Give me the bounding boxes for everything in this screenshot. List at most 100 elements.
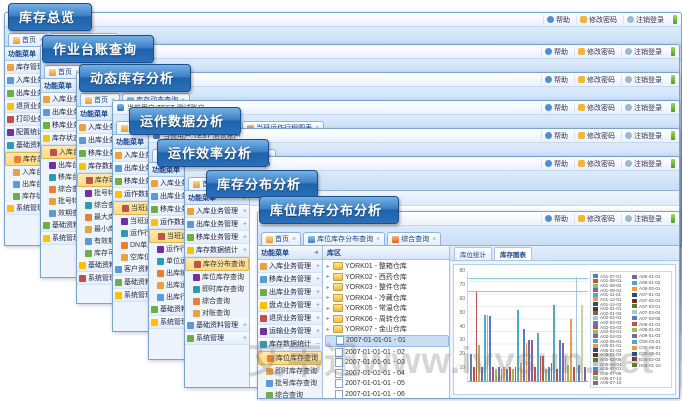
change-password-button[interactable]: 修改密码 xyxy=(576,15,620,25)
tree-folder-node[interactable]: ▸YORK06 - 周转仓库 xyxy=(325,314,449,325)
help-button[interactable]: 帮助 xyxy=(541,75,571,85)
tree-folder-node[interactable]: ▸YORK01 - 整箱仓库 xyxy=(325,261,449,272)
sidebar-item-entry[interactable]: 库存分布查询 xyxy=(185,257,249,271)
sidebar-item-label: 综合查询 xyxy=(275,390,303,398)
exit-icon[interactable] xyxy=(671,131,675,140)
expand-icon[interactable]: + xyxy=(316,302,320,309)
sidebar-item-entry[interactable]: 即时库存查询 xyxy=(185,283,249,295)
change-password-button[interactable]: 修改密码 xyxy=(574,214,618,224)
sidebar-item-entry[interactable]: 库位库存查询 xyxy=(258,351,322,365)
tree-folder-node[interactable]: ▸YORK07 - 金山仓库 xyxy=(325,324,449,335)
sidebar-item-group[interactable]: 出库业务管理+ xyxy=(258,286,322,299)
expand-icon[interactable]: + xyxy=(243,234,247,241)
sidebar-item-group[interactable]: 基础资料管理+ xyxy=(185,319,249,332)
sidebar-item-group[interactable]: 库存数据统计+ xyxy=(185,244,249,257)
tree-location-node[interactable]: 2007-01-01-01 - 05 xyxy=(325,379,449,390)
change-password-button[interactable]: 修改密码 xyxy=(574,47,618,57)
bar-chart: 80706050403020101A01-07-01A01-08-01A01-0… xyxy=(453,264,676,395)
tree-expand-icon[interactable]: ▸ xyxy=(325,326,331,333)
help-button[interactable]: 帮助 xyxy=(541,131,571,141)
change-password-button[interactable]: 修改密码 xyxy=(574,159,618,169)
help-button[interactable]: 帮助 xyxy=(543,15,573,25)
tree-folder-node[interactable]: ▸YORK04 - 冷藏仓库 xyxy=(325,293,449,304)
sidebar-item-group[interactable]: 移库业务管理+ xyxy=(185,231,249,244)
tree-folder-node[interactable]: ▸YORK02 - 西药仓库 xyxy=(325,272,449,283)
expand-icon[interactable]: + xyxy=(316,328,320,335)
expand-icon[interactable]: + xyxy=(316,315,320,322)
expand-icon[interactable]: + xyxy=(316,263,320,270)
help-button[interactable]: 帮助 xyxy=(541,103,571,113)
tree-expand-icon[interactable]: ▸ xyxy=(325,263,331,270)
sidebar-item-group[interactable]: 运输业务管理+ xyxy=(258,325,322,338)
expand-icon[interactable]: + xyxy=(243,221,247,228)
tree-expand-icon[interactable]: ▸ xyxy=(325,294,331,301)
close-tab-icon[interactable]: × xyxy=(432,236,436,243)
logout-button[interactable]: 注销登录 xyxy=(621,214,665,224)
sidebar-item-group[interactable]: 移库业务管理+ xyxy=(258,273,322,286)
exit-icon[interactable] xyxy=(671,47,675,56)
tree-location-node[interactable]: 2007-01-01-01 - 02 xyxy=(325,347,449,358)
sidebar-item-entry[interactable]: 即时库存查询 xyxy=(258,365,322,377)
expand-icon[interactable]: − xyxy=(316,341,320,348)
logout-button[interactable]: 注销登录 xyxy=(621,103,665,113)
feature-banner: 库存总览 xyxy=(8,3,92,31)
change-password-button[interactable]: 修改密码 xyxy=(574,75,618,85)
expand-icon[interactable]: + xyxy=(316,276,320,283)
help-button[interactable]: 帮助 xyxy=(541,159,571,169)
tab-home[interactable]: 首页× xyxy=(261,232,301,245)
tab-query[interactable]: 综合查询× xyxy=(387,232,441,245)
exit-icon[interactable] xyxy=(671,75,675,84)
tree-expand-icon[interactable]: ▸ xyxy=(325,284,331,291)
sidebar-item-group[interactable]: 库存数据统计− xyxy=(258,338,322,351)
expand-icon[interactable]: + xyxy=(243,322,247,329)
tree-location-node[interactable]: 2007-01-01-01 - 01 xyxy=(325,335,449,348)
sidebar-item-entry[interactable]: 综合查询 xyxy=(185,295,249,307)
tree-expand-icon[interactable]: ▸ xyxy=(325,305,331,312)
exit-icon[interactable] xyxy=(671,159,675,168)
sidebar-item-entry[interactable]: 对账查询 xyxy=(185,307,249,319)
tree-location-node[interactable]: 2007-01-01-01 - 04 xyxy=(325,368,449,379)
bar xyxy=(526,343,528,382)
expand-icon[interactable]: + xyxy=(243,247,247,254)
sidebar-item-entry[interactable]: 综合查询 xyxy=(258,389,322,398)
legend-column: A01-07-01A01-08-01A01-08-02A01-09-01A01-… xyxy=(593,274,630,385)
sidebar-item-group[interactable]: 出库业务管理+ xyxy=(185,218,249,231)
sidebar-item-entry[interactable]: 批号库存查询 xyxy=(258,377,322,389)
expand-icon[interactable]: + xyxy=(243,208,247,215)
tree-expand-icon[interactable]: ▸ xyxy=(325,315,331,322)
module-icon xyxy=(7,103,14,110)
sidebar-item-group[interactable]: 退货业务管理+ xyxy=(258,312,322,325)
close-tab-icon[interactable]: × xyxy=(376,236,380,243)
sidebar-item-group[interactable]: 入库业务管理+ xyxy=(185,205,249,218)
logout-button[interactable]: 注销登录 xyxy=(623,15,667,25)
panel-tab-chart[interactable]: 库存图表 xyxy=(494,247,532,260)
expand-icon[interactable]: + xyxy=(316,289,320,296)
bar xyxy=(515,367,517,381)
tree-location-node[interactable]: 2007-01-01-01 - 03 xyxy=(325,358,449,369)
sidebar-item-group[interactable]: 盘点业务管理+ xyxy=(258,299,322,312)
exit-icon[interactable] xyxy=(671,214,675,223)
tree-location-node[interactable]: 2007-01-01-01 - 06 xyxy=(325,389,449,398)
help-button[interactable]: 帮助 xyxy=(541,47,571,57)
logout-button[interactable]: 注销登录 xyxy=(621,131,665,141)
sidebar-item-group[interactable]: 入库业务管理+ xyxy=(258,260,322,273)
logout-button[interactable]: 注销登录 xyxy=(621,47,665,57)
change-password-button[interactable]: 修改密码 xyxy=(574,103,618,113)
panel-tab-stats[interactable]: 库位统计 xyxy=(454,247,492,260)
help-button[interactable]: 帮助 xyxy=(541,214,571,224)
tree-folder-node[interactable]: ▸YORK03 - 整件仓库 xyxy=(325,282,449,293)
bar xyxy=(573,367,575,381)
logout-button[interactable]: 注销登录 xyxy=(621,75,665,85)
tab-query[interactable]: 库位库存分布查询× xyxy=(303,232,385,245)
tree-expand-icon[interactable]: ▸ xyxy=(325,273,331,280)
exit-icon[interactable] xyxy=(673,15,677,24)
sidebar-item-entry[interactable]: 库位库存查询 xyxy=(185,271,249,283)
tree-folder-node[interactable]: ▸YORK05 - 常温仓库 xyxy=(325,303,449,314)
close-tab-icon[interactable]: × xyxy=(292,236,296,243)
sidebar-item-group[interactable]: 系统管理+ xyxy=(185,332,249,345)
logout-button[interactable]: 注销登录 xyxy=(621,159,665,169)
change-password-button[interactable]: 修改密码 xyxy=(574,131,618,141)
expand-icon[interactable]: + xyxy=(243,335,247,342)
exit-icon[interactable] xyxy=(671,103,675,112)
collapse-icon[interactable]: ◄ xyxy=(313,250,319,256)
